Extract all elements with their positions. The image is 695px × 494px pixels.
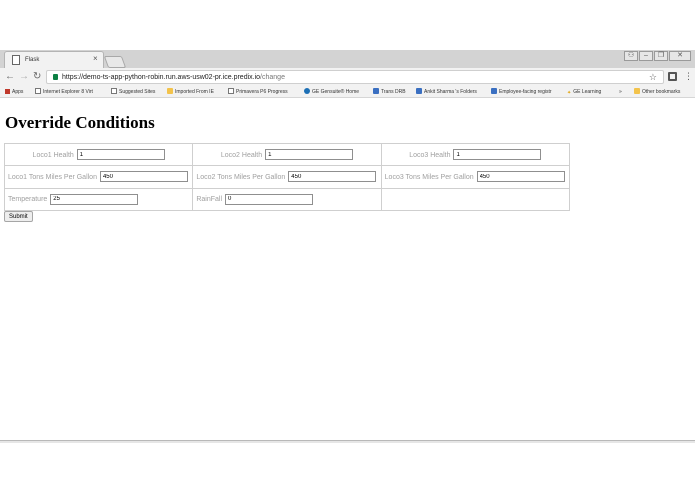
bookmark-apps[interactable]: Apps bbox=[5, 87, 23, 97]
browser-tab[interactable]: Flask × bbox=[4, 51, 104, 69]
footer-divider-shadow bbox=[0, 441, 695, 443]
menu-icon[interactable]: ⋮ bbox=[684, 70, 693, 82]
bookmark-ankit-folders[interactable]: Ankit Sharma 's Folders bbox=[416, 87, 477, 97]
loco3-health-label: Loco3 Health bbox=[409, 151, 451, 159]
browser-toolbar: ← → ↻ https://demo-ts-app-python-robin.r… bbox=[0, 68, 695, 86]
loco3-mpg-input[interactable] bbox=[476, 171, 565, 183]
rainfall-input[interactable] bbox=[224, 193, 313, 205]
user-profile-button[interactable]: ⚇ bbox=[624, 51, 638, 61]
temperature-input[interactable] bbox=[50, 193, 139, 205]
loco2-mpg-cell: Loco2 Tons Miles Per Gallon bbox=[192, 165, 382, 189]
loco3-health-cell: Loco3 Health bbox=[380, 142, 571, 167]
loco3-mpg-label: Loco3 Tons Miles Per Gallon bbox=[384, 173, 474, 181]
loco1-health-label: Loco1 Health bbox=[32, 151, 74, 159]
loco3-health-input[interactable] bbox=[453, 149, 542, 161]
rainfall-label: RainFall bbox=[196, 196, 223, 204]
apps-icon bbox=[5, 89, 10, 94]
loco1-mpg-label: Loco1 Tons Miles Per Gallon bbox=[8, 173, 97, 181]
blue-square-icon bbox=[416, 88, 422, 94]
loco2-mpg-input[interactable] bbox=[288, 171, 377, 183]
loco2-health-label: Loco2 Health bbox=[220, 151, 263, 159]
bookmarks-bar: Apps Internet Explorer 8 Virt Suggested … bbox=[0, 86, 695, 98]
table-row: Loco1 Health Loco2 Health Loco3 Health bbox=[3, 142, 571, 167]
loco3-mpg-cell: Loco3 Tons Miles Per Gallon bbox=[380, 165, 571, 189]
page-icon bbox=[111, 88, 117, 94]
tab-title: Flask bbox=[25, 57, 40, 63]
page-icon bbox=[12, 55, 20, 65]
url-prefix: https://demo-ts-app-python-robin.run.aws… bbox=[62, 74, 261, 81]
new-tab-button[interactable] bbox=[103, 56, 127, 68]
url-text: https://demo-ts-app-python-robin.run.aws… bbox=[62, 72, 285, 83]
extension-icon[interactable] bbox=[668, 72, 677, 81]
address-bar[interactable]: https://demo-ts-app-python-robin.run.aws… bbox=[46, 70, 664, 84]
close-icon[interactable]: × bbox=[93, 54, 98, 64]
rainfall-cell: RainFall bbox=[192, 187, 382, 212]
page-content: Override Conditions Loco1 Health Loco2 H… bbox=[0, 99, 695, 439]
window-controls: ⚇ ‒ ❐ ✕ bbox=[624, 51, 691, 63]
bookmark-star-icon[interactable]: ☆ bbox=[649, 72, 657, 83]
bookmark-primavera[interactable]: Primavera P6 Progress bbox=[228, 87, 288, 97]
temperature-cell: Temperature bbox=[3, 187, 194, 212]
loco2-health-cell: Loco2 Health bbox=[192, 142, 382, 167]
close-window-button[interactable]: ✕ bbox=[669, 51, 691, 61]
bookmark-ge-learning[interactable]: ✦ GE Learning bbox=[567, 87, 601, 98]
bookmark-other-bookmarks[interactable]: Other bookmarks bbox=[634, 87, 680, 97]
blue-square-icon bbox=[373, 88, 379, 94]
blue-square-icon bbox=[491, 88, 497, 94]
folder-icon bbox=[167, 88, 173, 94]
table-row: Loco1 Tons Miles Per Gallon Loco2 Tons M… bbox=[3, 165, 571, 189]
empty-cell bbox=[380, 187, 571, 212]
maximize-button[interactable]: ❐ bbox=[654, 51, 668, 61]
lock-icon bbox=[53, 74, 58, 80]
loco2-health-input[interactable] bbox=[265, 149, 354, 161]
page-icon bbox=[35, 88, 41, 94]
loco1-mpg-input[interactable] bbox=[99, 171, 188, 183]
bookmark-ie8[interactable]: Internet Explorer 8 Virt bbox=[35, 87, 93, 97]
reload-icon[interactable]: ↻ bbox=[33, 71, 41, 83]
loco1-health-input[interactable] bbox=[76, 149, 165, 161]
page-title: Override Conditions bbox=[5, 113, 155, 132]
bookmark-trans-drb[interactable]: Trans DRB bbox=[373, 87, 406, 97]
page-icon bbox=[228, 88, 234, 94]
url-path: /change bbox=[260, 74, 285, 81]
bookmark-imported-from-ie[interactable]: Imported From IE bbox=[167, 87, 214, 97]
spark-icon: ✦ bbox=[567, 90, 572, 96]
back-arrow-icon[interactable]: ← bbox=[5, 71, 15, 83]
loco1-mpg-cell: Loco1 Tons Miles Per Gallon bbox=[3, 165, 194, 189]
bookmarks-overflow-button[interactable]: » bbox=[619, 87, 622, 97]
browser-tabstrip: Flask × ⚇ ‒ ❐ ✕ bbox=[0, 0, 695, 69]
forward-arrow-icon[interactable]: → bbox=[19, 71, 29, 83]
minimize-button[interactable]: ‒ bbox=[639, 51, 653, 61]
conditions-form-table: Loco1 Health Loco2 Health Loco3 Health L… bbox=[3, 142, 571, 212]
loco1-health-cell: Loco1 Health bbox=[3, 142, 194, 167]
table-row: Temperature RainFall bbox=[3, 187, 571, 212]
bookmark-ge-gensuite[interactable]: GE Gensuite® Home bbox=[304, 87, 359, 97]
folder-icon bbox=[634, 88, 640, 94]
submit-button[interactable]: Submit bbox=[4, 211, 33, 222]
loco2-mpg-label: Loco2 Tons Miles Per Gallon bbox=[196, 173, 286, 181]
bookmark-employee-registr[interactable]: Employee-facing registr bbox=[491, 87, 552, 97]
ge-icon bbox=[304, 88, 310, 94]
bookmark-suggested-sites[interactable]: Suggested Sites bbox=[111, 87, 155, 97]
temperature-label: Temperature bbox=[8, 196, 48, 204]
